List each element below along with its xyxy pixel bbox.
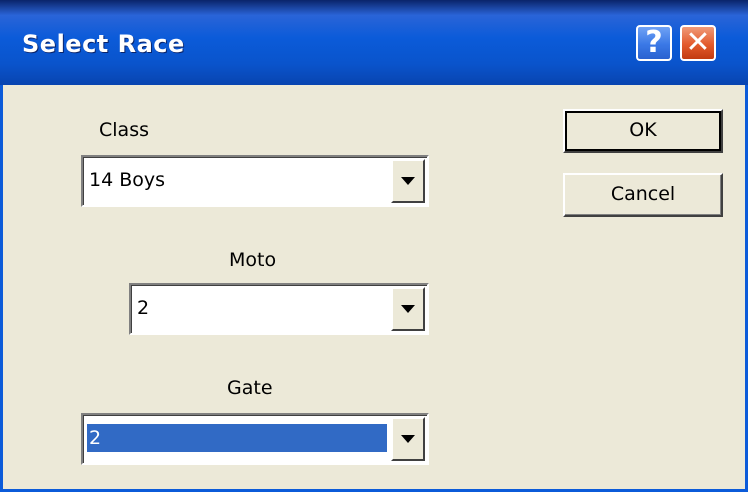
moto-label: Moto xyxy=(229,249,277,271)
chevron-down-icon xyxy=(401,435,415,443)
class-dropdown-button[interactable] xyxy=(391,159,425,203)
moto-dropdown[interactable]: 2 xyxy=(129,283,429,335)
moto-dropdown-button[interactable] xyxy=(391,287,425,331)
ok-button[interactable]: OK xyxy=(563,109,723,153)
class-label: Class xyxy=(99,119,149,141)
close-icon: ✕ xyxy=(685,25,711,60)
chevron-down-icon xyxy=(401,177,415,185)
gate-label: Gate xyxy=(227,377,273,399)
gate-dropdown-value: 2 xyxy=(87,424,387,452)
cancel-button[interactable]: Cancel xyxy=(563,173,723,217)
moto-dropdown-value: 2 xyxy=(137,297,150,319)
help-button[interactable]: ? xyxy=(636,25,672,61)
close-button[interactable]: ✕ xyxy=(680,25,716,61)
help-icon: ? xyxy=(645,25,663,60)
chevron-down-icon xyxy=(401,305,415,313)
window-title: Select Race xyxy=(22,30,185,58)
gate-dropdown-button[interactable] xyxy=(391,417,425,461)
class-dropdown[interactable]: 14 Boys xyxy=(81,155,429,207)
title-bar[interactable]: Select Race ? ✕ xyxy=(0,0,748,85)
dialog-body: Class 14 Boys Moto 2 Gate 2 OK Cancel xyxy=(0,85,748,492)
gate-dropdown[interactable]: 2 xyxy=(81,413,429,465)
class-dropdown-value: 14 Boys xyxy=(89,169,166,191)
